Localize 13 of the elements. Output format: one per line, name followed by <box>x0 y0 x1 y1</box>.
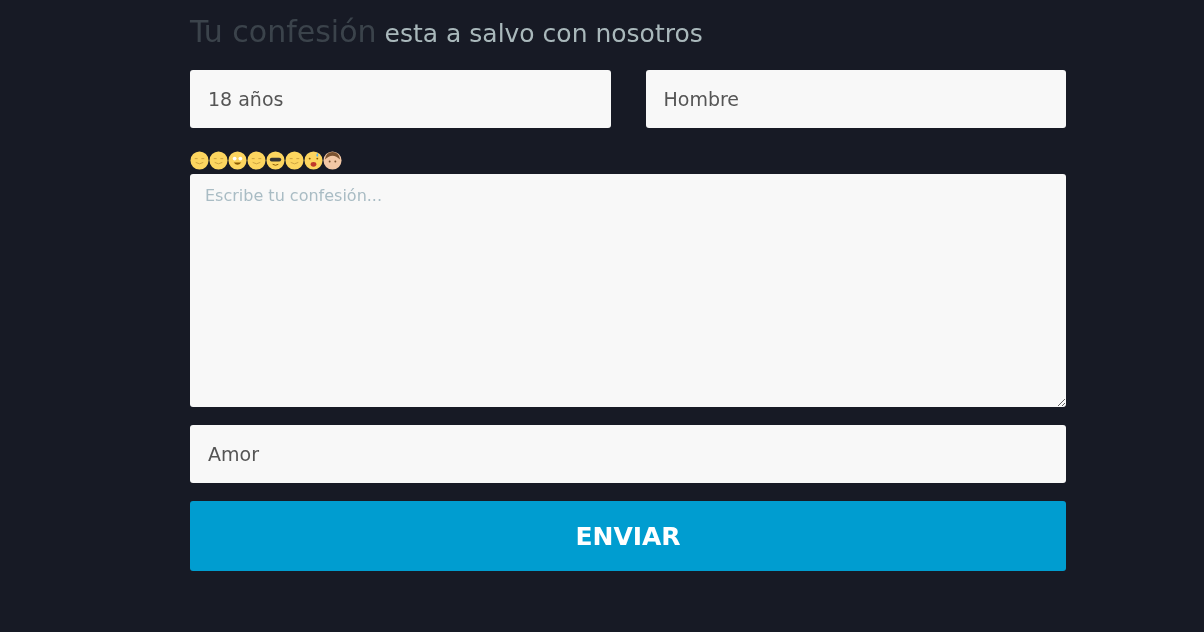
emoji-icon[interactable] <box>285 150 304 170</box>
confession-field[interactable]: Escribe tu confesión... <box>190 174 1066 407</box>
emoji-icon[interactable] <box>190 150 209 170</box>
category-field[interactable]: Amor <box>190 425 1066 483</box>
age-field[interactable]: 18 años <box>190 70 611 128</box>
emoji-icon[interactable] <box>323 150 342 170</box>
emoji-icon[interactable] <box>228 150 247 170</box>
emoji-icon[interactable] <box>304 150 323 170</box>
gender-field[interactable]: Hombre <box>645 70 1066 128</box>
emoji-icon[interactable] <box>247 150 266 170</box>
heading-text: esta a salvo con nosotros <box>384 19 703 48</box>
emoji-icon[interactable] <box>266 150 285 170</box>
emoji-icon[interactable] <box>209 150 228 170</box>
